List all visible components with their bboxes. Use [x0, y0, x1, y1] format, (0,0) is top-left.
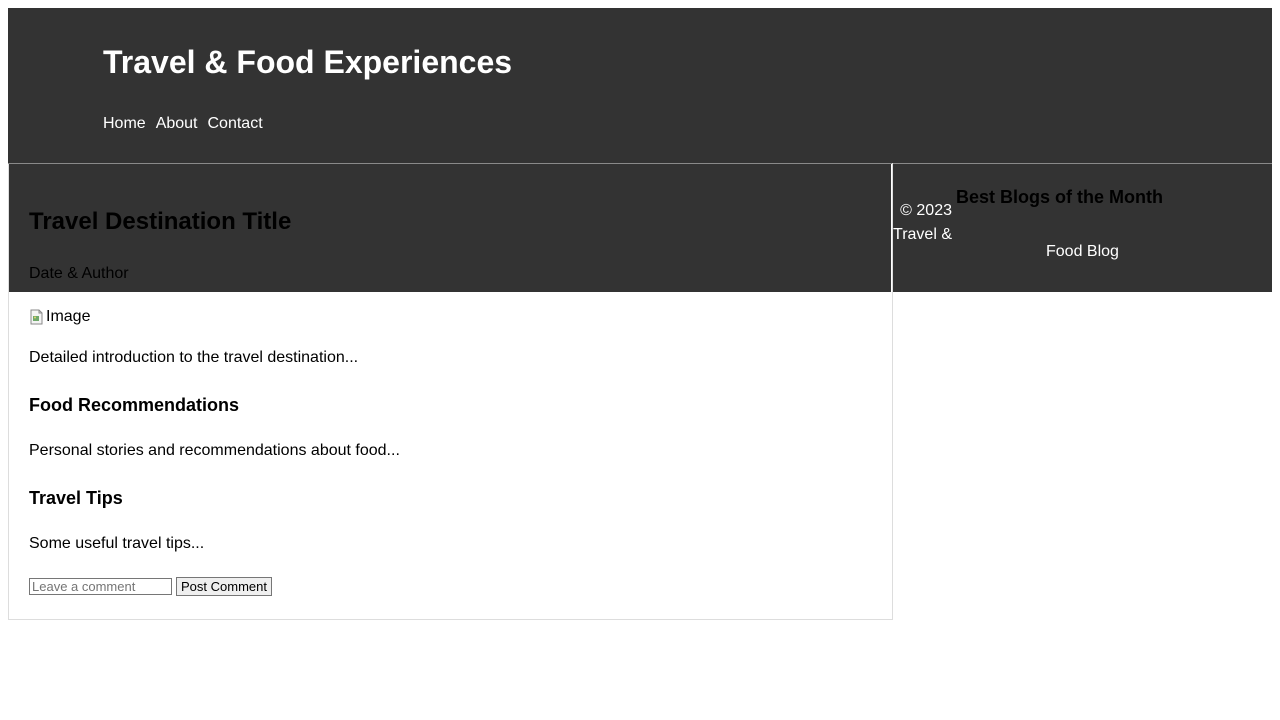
article-image: Image — [29, 308, 90, 326]
site-header: Travel & Food Experiences Home About Con… — [8, 8, 1272, 163]
nav-link-about[interactable]: About — [156, 115, 198, 133]
site-title: Travel & Food Experiences — [103, 44, 513, 80]
sidebar: Best Blogs of the Month © 2023 Travel & … — [892, 163, 1272, 292]
sidebar-heading: Best Blogs of the Month — [956, 187, 1163, 207]
article-meta-overlay: Date & Author — [29, 265, 129, 282]
article-title-overlay: Travel Destination Title — [29, 208, 292, 235]
article-image-alt: Image — [46, 308, 91, 325]
food-text: Personal stories and recommendations abo… — [29, 442, 400, 459]
main-nav: Home About Contact — [103, 115, 263, 133]
comment-form: Post Comment — [29, 577, 272, 596]
nav-link-home[interactable]: Home — [103, 115, 146, 133]
broken-image-icon — [29, 309, 45, 325]
footer-copyright: © 2023 Travel & — [893, 202, 952, 243]
nav-link-contact[interactable]: Contact — [208, 115, 263, 133]
tips-text: Some useful travel tips... — [29, 535, 205, 552]
article-header-overlay: Travel Destination Title Date & Author — [9, 163, 891, 292]
comment-input[interactable] — [29, 578, 172, 595]
footer-copyright-rest: Food Blog — [1046, 243, 1119, 260]
article-intro: Detailed introduction to the travel dest… — [29, 349, 359, 366]
post-comment-button[interactable]: Post Comment — [176, 577, 272, 596]
tips-heading: Travel Tips — [29, 488, 123, 508]
food-heading: Food Recommendations — [29, 395, 240, 415]
